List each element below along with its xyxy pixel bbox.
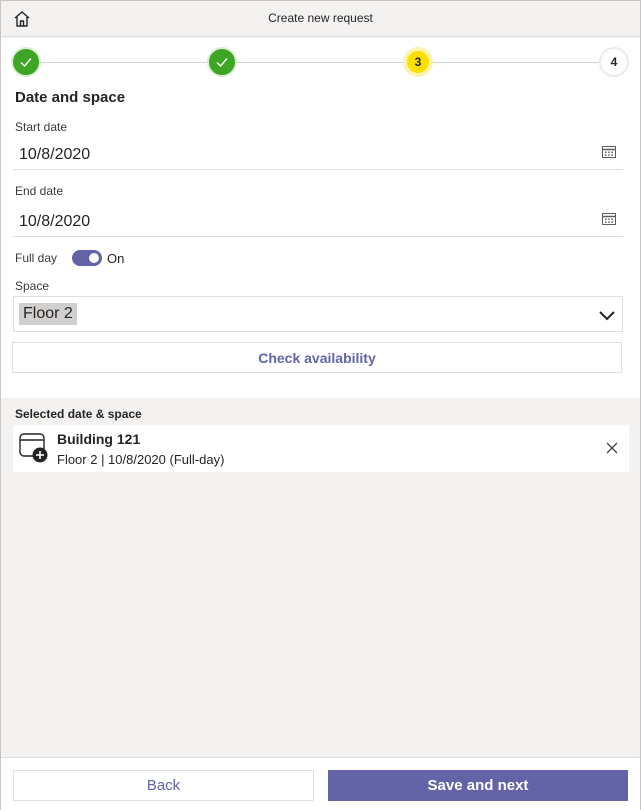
app-frame: Create new request 3 4 Date and space St… (0, 0, 641, 810)
calendar-icon[interactable] (601, 211, 617, 227)
save-and-next-button[interactable]: Save and next (328, 770, 628, 801)
checkmark-icon (216, 58, 228, 68)
step-4-pending: 4 (599, 47, 629, 77)
space-dropdown[interactable]: Floor 2 (13, 296, 623, 332)
step-connector (41, 62, 207, 63)
space-selected-value: Floor 2 (19, 303, 77, 325)
step-1-complete (11, 47, 41, 77)
step-connector (237, 62, 405, 63)
footer-bar: Back Save and next (1, 757, 640, 810)
step-3-current: 3 (403, 47, 433, 77)
start-date-value: 10/8/2020 (19, 146, 91, 163)
toggle-knob (89, 253, 100, 263)
checkmark-icon (20, 58, 32, 68)
back-button[interactable]: Back (13, 770, 314, 801)
end-date-label: End date (15, 184, 64, 198)
end-date-value: 10/8/2020 (19, 213, 91, 230)
selected-section-title: Selected date & space (15, 407, 142, 421)
progress-stepper: 3 4 (1, 38, 640, 88)
step-connector (433, 62, 599, 63)
step-2-complete (207, 47, 237, 77)
end-date-field[interactable]: 10/8/2020 (13, 207, 623, 237)
header-bar: Create new request (1, 1, 640, 37)
start-date-field[interactable]: 10/8/2020 (13, 140, 623, 170)
section-title: Date and space (15, 89, 126, 106)
close-icon[interactable] (605, 441, 619, 455)
calendar-icon[interactable] (601, 144, 617, 160)
building-name: Building 121 (57, 431, 141, 447)
full-day-row: Full day On (15, 248, 124, 268)
space-details: Floor 2 | 10/8/2020 (Full-day) (57, 452, 225, 467)
full-day-label: Full day (15, 251, 58, 265)
chevron-down-icon (599, 311, 615, 321)
space-label: Space (15, 279, 50, 293)
page-title: Create new request (268, 11, 373, 25)
selected-space-card: Building 121 Floor 2 | 10/8/2020 (Full-d… (13, 425, 629, 472)
full-day-toggle[interactable] (72, 250, 103, 266)
add-space-icon (19, 433, 48, 463)
full-day-state: On (107, 250, 125, 266)
form-panel: 3 4 Date and space Start date 10/8/2020 … (1, 38, 640, 398)
check-availability-button[interactable]: Check availability (12, 342, 622, 373)
start-date-label: Start date (15, 120, 68, 134)
